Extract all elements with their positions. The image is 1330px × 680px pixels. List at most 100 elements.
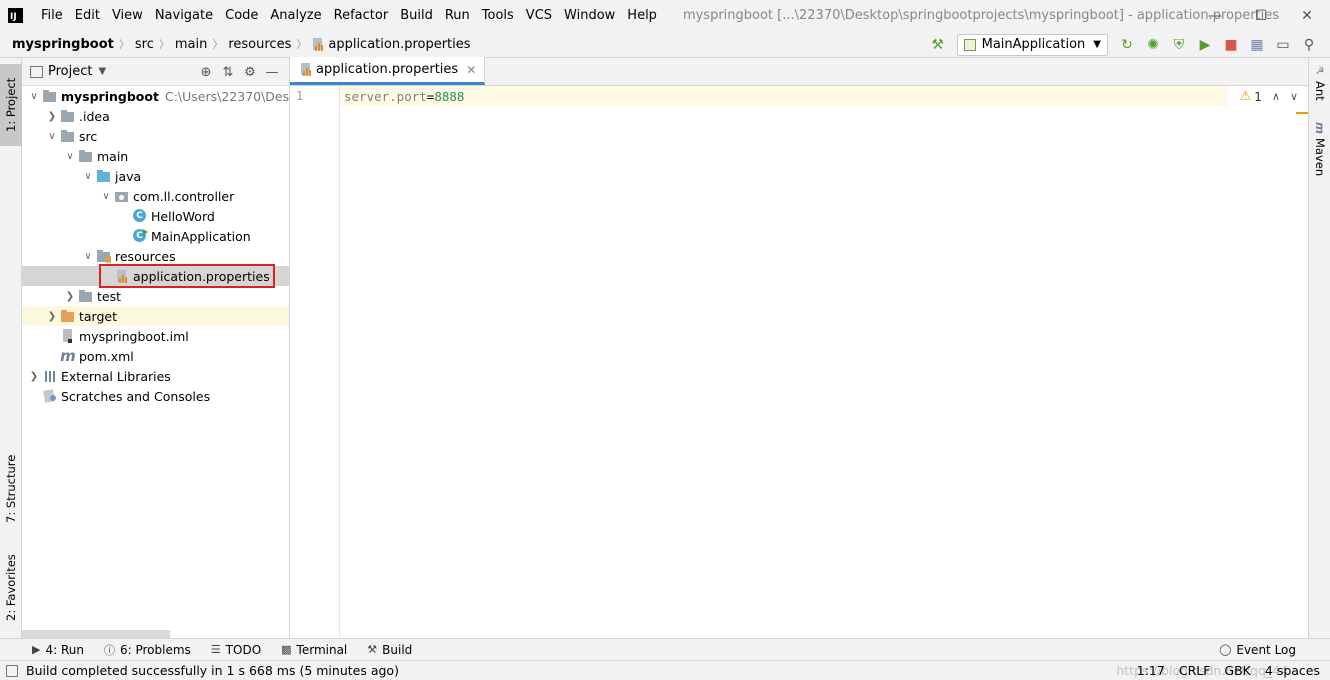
tool-todo[interactable]: ☰ TODO (201, 643, 271, 657)
stop-icon[interactable]: ■ (1220, 34, 1242, 56)
tree-item-application-properties[interactable]: application.properties (22, 264, 289, 288)
chevron-right-icon[interactable]: ❯ (44, 311, 60, 322)
tree-item-root[interactable]: ∨ myspringboot C:\Users\22370\Deskto (22, 86, 309, 106)
chevron-down-icon[interactable]: ∨ (98, 191, 114, 202)
tree-item-iml[interactable]: myspringboot.iml (22, 326, 289, 346)
menu-navigate[interactable]: Navigate (149, 8, 219, 23)
warning-stripe-marker[interactable] (1296, 112, 1308, 114)
tree-item-external-libraries[interactable]: ❯ External Libraries (22, 366, 289, 386)
status-widgets: 1:17 CRLF GBK 4 spaces (1123, 663, 1320, 678)
file-encoding[interactable]: GBK (1224, 663, 1250, 678)
tree-item-pom[interactable]: m pom.xml (22, 346, 289, 366)
tool-build[interactable]: ⚒ Build (357, 643, 422, 657)
project-panel-title[interactable]: Project (48, 64, 92, 79)
tree-item-main[interactable]: ∨ main (22, 146, 289, 166)
hide-panel-icon[interactable]: — (261, 65, 283, 80)
chevron-right-icon[interactable]: ❯ (26, 371, 42, 382)
chevron-down-icon[interactable]: ∨ (62, 151, 78, 162)
tab-ant[interactable]: ☭ Ant (1309, 64, 1330, 114)
code-line-current[interactable]: server.port = 8888 (340, 86, 1228, 106)
tree-item-src[interactable]: ∨ src (22, 126, 289, 146)
status-message-area[interactable]: Build completed successfully in 1 s 668 … (0, 663, 399, 678)
menu-vcs[interactable]: VCS (520, 8, 558, 23)
tool-event-log[interactable]: ◯ Event Log (1209, 643, 1306, 657)
menu-build[interactable]: Build (394, 8, 439, 23)
tree-item-java[interactable]: ∨ java (22, 166, 289, 186)
tab-maven[interactable]: m Maven (1309, 120, 1330, 190)
coverage-icon[interactable]: ⛨ (1168, 34, 1190, 56)
collapse-all-icon[interactable]: ⇅ (217, 65, 239, 80)
folder-icon (60, 109, 76, 123)
close-window-icon[interactable]: ✕ (1284, 0, 1330, 31)
breadcrumb-file[interactable]: application.properties (308, 37, 474, 52)
menu-tools[interactable]: Tools (476, 8, 520, 23)
breadcrumb-src[interactable]: src (131, 37, 158, 52)
indent-setting[interactable]: 4 spaces (1265, 663, 1320, 678)
tree-item-resources[interactable]: ∨ resources (22, 246, 289, 266)
horizontal-scrollbar[interactable] (22, 630, 170, 638)
package-icon (114, 189, 130, 203)
caret-position[interactable]: 1:17 (1137, 663, 1165, 678)
profile-run-icon[interactable]: ▶ (1194, 34, 1216, 56)
debug-bug-icon[interactable]: ✺ (1142, 34, 1164, 56)
folder-icon (78, 149, 94, 163)
line-separator[interactable]: CRLF (1179, 663, 1211, 678)
tree-item-package[interactable]: ∨ com.ll.controller (22, 186, 289, 206)
event-log-icon: ◯ (1219, 643, 1232, 656)
run-configuration-select[interactable]: MainApplication ▼ (956, 33, 1108, 56)
tab-project-tool-window[interactable]: 1: Project (0, 64, 22, 146)
menu-help[interactable]: Help (621, 8, 663, 23)
tree-item-idea[interactable]: ❯ .idea (22, 106, 289, 126)
tree-class2-label: MainApplication (151, 228, 251, 244)
gear-icon[interactable]: ⚙ (239, 65, 261, 80)
tab-favorites-tool-window[interactable]: 2: Favorites (0, 546, 22, 630)
menu-code[interactable]: Code (219, 8, 264, 23)
minimize-icon[interactable]: — (1192, 0, 1238, 31)
chevron-up-icon[interactable]: ∧ (1272, 90, 1280, 103)
tab-structure-tool-window[interactable]: 7: Structure (0, 446, 22, 532)
menu-view[interactable]: View (106, 8, 149, 23)
project-tree: ∨ myspringboot C:\Users\22370\Deskto ❯ .… (22, 86, 309, 406)
locate-file-icon[interactable]: ⊕ (195, 65, 217, 80)
maximize-icon[interactable]: ☐ (1238, 0, 1284, 31)
menu-file[interactable]: File (35, 8, 69, 23)
chevron-down-icon[interactable]: ∨ (26, 91, 42, 102)
inspection-widget[interactable]: ⚠ 1 ∧ ∨ (1240, 89, 1298, 104)
breadcrumb-project[interactable]: myspringboot (0, 37, 118, 52)
chevron-down-icon[interactable]: ▼ (98, 66, 106, 77)
menu-window[interactable]: Window (558, 8, 621, 23)
menu-run[interactable]: Run (439, 8, 476, 23)
chevron-right-icon[interactable]: ❯ (44, 111, 60, 122)
chevron-down-icon[interactable]: ∨ (80, 251, 96, 262)
menu-edit[interactable]: Edit (69, 8, 106, 23)
breadcrumb-resources[interactable]: resources (224, 37, 295, 52)
status-toggle-icon[interactable] (6, 664, 18, 677)
tool-run[interactable]: ▶ 4: Run (0, 643, 94, 657)
tree-item-mainapplication[interactable]: MainApplication (22, 226, 289, 246)
code-text-area[interactable]: server.port = 8888 ⚠ 1 ∧ ∨ (340, 86, 1308, 638)
breadcrumb-main[interactable]: main (171, 37, 211, 52)
close-icon[interactable]: ✕ (466, 63, 476, 77)
menu-analyze[interactable]: Analyze (264, 8, 327, 23)
run-anything-icon[interactable]: ▭ (1272, 34, 1294, 56)
project-structure-icon[interactable]: ▦ (1246, 34, 1268, 56)
tree-item-test[interactable]: ❯ test (22, 286, 289, 306)
tree-item-scratches[interactable]: Scratches and Consoles (22, 386, 289, 406)
rerun-icon[interactable]: ↻ (1116, 34, 1138, 56)
chevron-right-icon[interactable]: ❯ (62, 291, 78, 302)
maven-icon: m (1313, 122, 1327, 134)
project-panel-header: Project ▼ ⊕ ⇅ ⚙ — (22, 58, 289, 86)
menu-refactor[interactable]: Refactor (328, 8, 395, 23)
tab-application-properties[interactable]: application.properties ✕ (290, 57, 486, 85)
tool-terminal[interactable]: ▩ Terminal (271, 643, 357, 657)
problems-icon: ⓘ (103, 643, 115, 657)
build-hammer-icon[interactable]: ⚒ (927, 34, 949, 56)
chevron-down-icon[interactable]: ∨ (44, 131, 60, 142)
search-everywhere-icon[interactable]: ⚲ (1298, 34, 1320, 56)
tool-problems[interactable]: ⓘ 6: Problems (94, 642, 201, 658)
tree-item-helloword[interactable]: HelloWord (22, 206, 289, 226)
tree-item-target[interactable]: ❯ target (22, 306, 289, 326)
tool-terminal-label: Terminal (296, 642, 348, 657)
chevron-down-icon[interactable]: ∨ (80, 171, 96, 182)
chevron-down-icon[interactable]: ∨ (1290, 90, 1298, 103)
